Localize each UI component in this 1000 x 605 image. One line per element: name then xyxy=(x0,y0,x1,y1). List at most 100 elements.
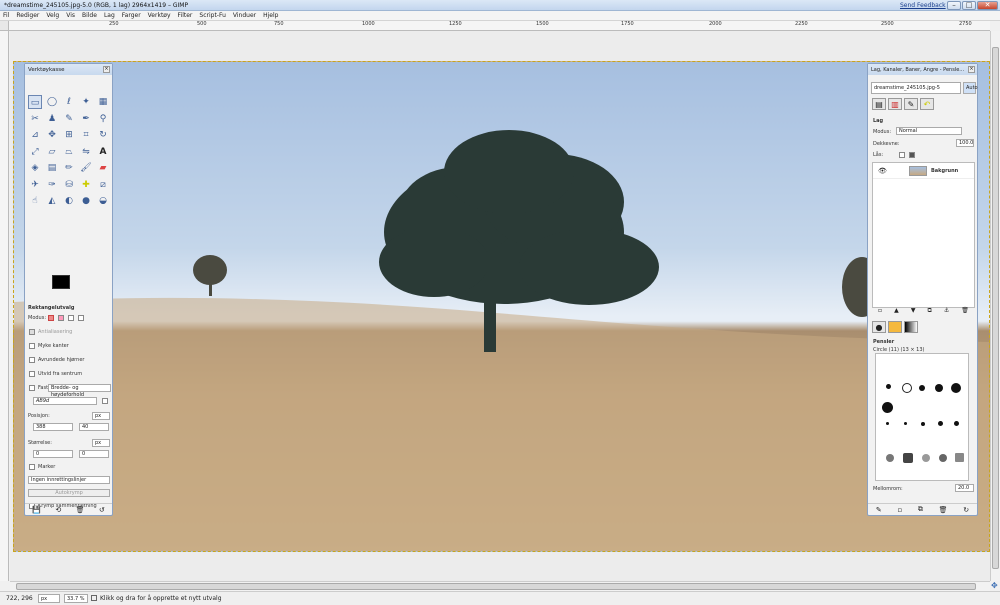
fixed-dropdown[interactable]: Bredde- og høydeforhold xyxy=(48,384,111,398)
brushes-grid[interactable] xyxy=(875,353,969,481)
pencil-icon[interactable]: ✏ xyxy=(62,161,76,175)
restore-options-icon[interactable]: ⟲ xyxy=(55,506,61,514)
color-swatches[interactable] xyxy=(52,275,82,299)
measure-icon[interactable]: ⊿ xyxy=(28,128,42,142)
tab-paths-icon[interactable]: ✎ xyxy=(904,98,918,110)
menu-farger[interactable]: Farger xyxy=(122,12,141,19)
flip-icon[interactable]: ⇋ xyxy=(79,145,93,159)
new-brush-icon[interactable]: ▫ xyxy=(897,506,902,514)
eraser-icon[interactable]: ▰ xyxy=(96,161,110,175)
layer-mode-dropdown[interactable]: Normal xyxy=(896,127,962,135)
delete-brush-icon[interactable]: 🗑 xyxy=(939,506,948,514)
scale-icon[interactable]: ⤢ xyxy=(28,145,42,159)
zoom-icon[interactable]: ⚲ xyxy=(96,112,110,126)
antialias-checkbox[interactable] xyxy=(29,329,35,335)
opacity-field[interactable]: 100.0 xyxy=(956,139,974,147)
clone-icon[interactable]: ⛁ xyxy=(62,178,76,192)
menu-verktoy[interactable]: Verktøy xyxy=(148,12,171,19)
eye-icon[interactable]: 👁 xyxy=(878,167,887,175)
airbrush-icon[interactable]: ✈ xyxy=(28,178,42,192)
pos-y-field[interactable]: 40 xyxy=(79,423,109,431)
brush-item[interactable] xyxy=(904,422,907,425)
brush-item[interactable] xyxy=(921,422,925,426)
brush-item[interactable] xyxy=(951,383,961,393)
ink-icon[interactable]: ✑ xyxy=(45,178,59,192)
size-unit-dropdown[interactable]: px xyxy=(92,439,110,447)
close-button[interactable]: ✕ xyxy=(977,1,998,10)
delete-layer-icon[interactable]: 🗑 xyxy=(961,307,969,317)
new-layer-icon[interactable]: ▫ xyxy=(878,307,882,317)
maximize-button[interactable]: □ xyxy=(962,1,976,10)
brush-item[interactable] xyxy=(886,422,889,425)
brush-item[interactable] xyxy=(938,421,943,426)
vertical-scroll-thumb[interactable] xyxy=(992,47,999,569)
tab-layers-icon[interactable]: ▤ xyxy=(872,98,886,110)
menu-script-fu[interactable]: Script-Fu xyxy=(199,12,226,19)
autocrop-button[interactable]: Autokrymp xyxy=(28,489,110,497)
navigate-icon[interactable]: ✥ xyxy=(991,582,999,590)
ellipse-select-icon[interactable]: ◯ xyxy=(45,95,59,109)
pos-unit-dropdown[interactable]: px xyxy=(92,412,110,420)
auto-button[interactable]: Auto xyxy=(963,82,978,94)
tab-channels-icon[interactable]: ▥ xyxy=(888,98,902,110)
layer-row[interactable]: 👁 Bakgrunn xyxy=(873,163,974,179)
send-feedback-link[interactable]: Send Feedback xyxy=(900,2,946,9)
menu-filter[interactable]: Filter xyxy=(178,12,193,19)
smudge-icon[interactable]: ☝ xyxy=(28,194,42,208)
bucket-fill-icon[interactable]: ◈ xyxy=(28,161,42,175)
move-icon[interactable]: ✥ xyxy=(45,128,59,142)
raise-layer-icon[interactable]: ▲ xyxy=(894,307,899,317)
menu-hjelp[interactable]: Hjelp xyxy=(263,12,278,19)
tab-gradients-icon[interactable] xyxy=(904,321,918,333)
spacing-field[interactable]: 20.0 xyxy=(955,484,974,492)
scissors-icon[interactable]: ✂ xyxy=(28,112,42,126)
fixed-checkbox[interactable] xyxy=(29,385,35,391)
size-h-field[interactable]: 0 xyxy=(79,450,109,458)
vertical-ruler[interactable] xyxy=(0,31,9,581)
menu-fil[interactable]: Fil xyxy=(3,12,9,19)
sharpen-icon[interactable]: ◭ xyxy=(45,194,59,208)
menu-vis[interactable]: Vis xyxy=(66,12,75,19)
lock-pixels-checkbox[interactable] xyxy=(899,152,905,158)
brush-item[interactable] xyxy=(939,454,947,462)
menu-vinduer[interactable]: Vinduer xyxy=(233,12,256,19)
expand-center-checkbox[interactable] xyxy=(29,371,35,377)
perspective-clone-icon[interactable]: ⧄ xyxy=(96,178,110,192)
mode-intersect-icon[interactable] xyxy=(78,315,84,321)
brush-item[interactable] xyxy=(954,421,959,426)
shear-icon[interactable]: ▱ xyxy=(45,145,59,159)
refresh-brushes-icon[interactable]: ↻ xyxy=(963,506,969,514)
ratio-field[interactable]: AB9d xyxy=(33,397,97,405)
paths-icon[interactable]: ✎ xyxy=(62,112,76,126)
image-canvas[interactable] xyxy=(13,61,990,552)
brush-item[interactable] xyxy=(919,385,925,391)
menu-lag[interactable]: Lag xyxy=(104,12,115,19)
tab-undo-icon[interactable]: ↶ xyxy=(920,98,934,110)
brush-item[interactable] xyxy=(902,383,912,393)
anchor-layer-icon[interactable]: ⚓ xyxy=(944,307,949,317)
feather-checkbox[interactable] xyxy=(29,343,35,349)
blur-icon[interactable]: ● xyxy=(79,194,93,208)
lower-layer-icon[interactable]: ▼ xyxy=(911,307,916,317)
text-tool-icon[interactable]: A xyxy=(96,145,110,159)
brush-item[interactable] xyxy=(886,454,894,462)
menu-rediger[interactable]: Rediger xyxy=(16,12,39,19)
menu-bilde[interactable]: Bilde xyxy=(82,12,97,19)
delete-options-icon[interactable]: 🗑 xyxy=(76,506,85,514)
dodge-icon[interactable]: ◐ xyxy=(62,194,76,208)
convolve-icon[interactable]: ◒ xyxy=(96,194,110,208)
horizontal-ruler[interactable]: 250 500 750 1000 1250 1500 1750 2000 225… xyxy=(9,21,990,31)
vertical-scrollbar[interactable] xyxy=(990,31,1000,581)
duplicate-brush-icon[interactable]: ⧉ xyxy=(918,505,923,514)
paintbrush-icon[interactable]: 🖌 xyxy=(79,161,93,175)
align-icon[interactable]: ⊞ xyxy=(62,128,76,142)
brush-item[interactable] xyxy=(922,454,930,462)
dock-close-icon[interactable]: × xyxy=(968,66,975,73)
color-picker-icon[interactable]: ✒ xyxy=(79,112,93,126)
cancel-icon[interactable] xyxy=(91,595,97,601)
pos-x-field[interactable]: 388 xyxy=(33,423,73,431)
tab-patterns-icon[interactable] xyxy=(888,321,902,333)
toolbox-close-icon[interactable]: × xyxy=(103,66,110,73)
brush-item[interactable] xyxy=(955,453,964,462)
ruler-corner[interactable] xyxy=(0,21,9,31)
